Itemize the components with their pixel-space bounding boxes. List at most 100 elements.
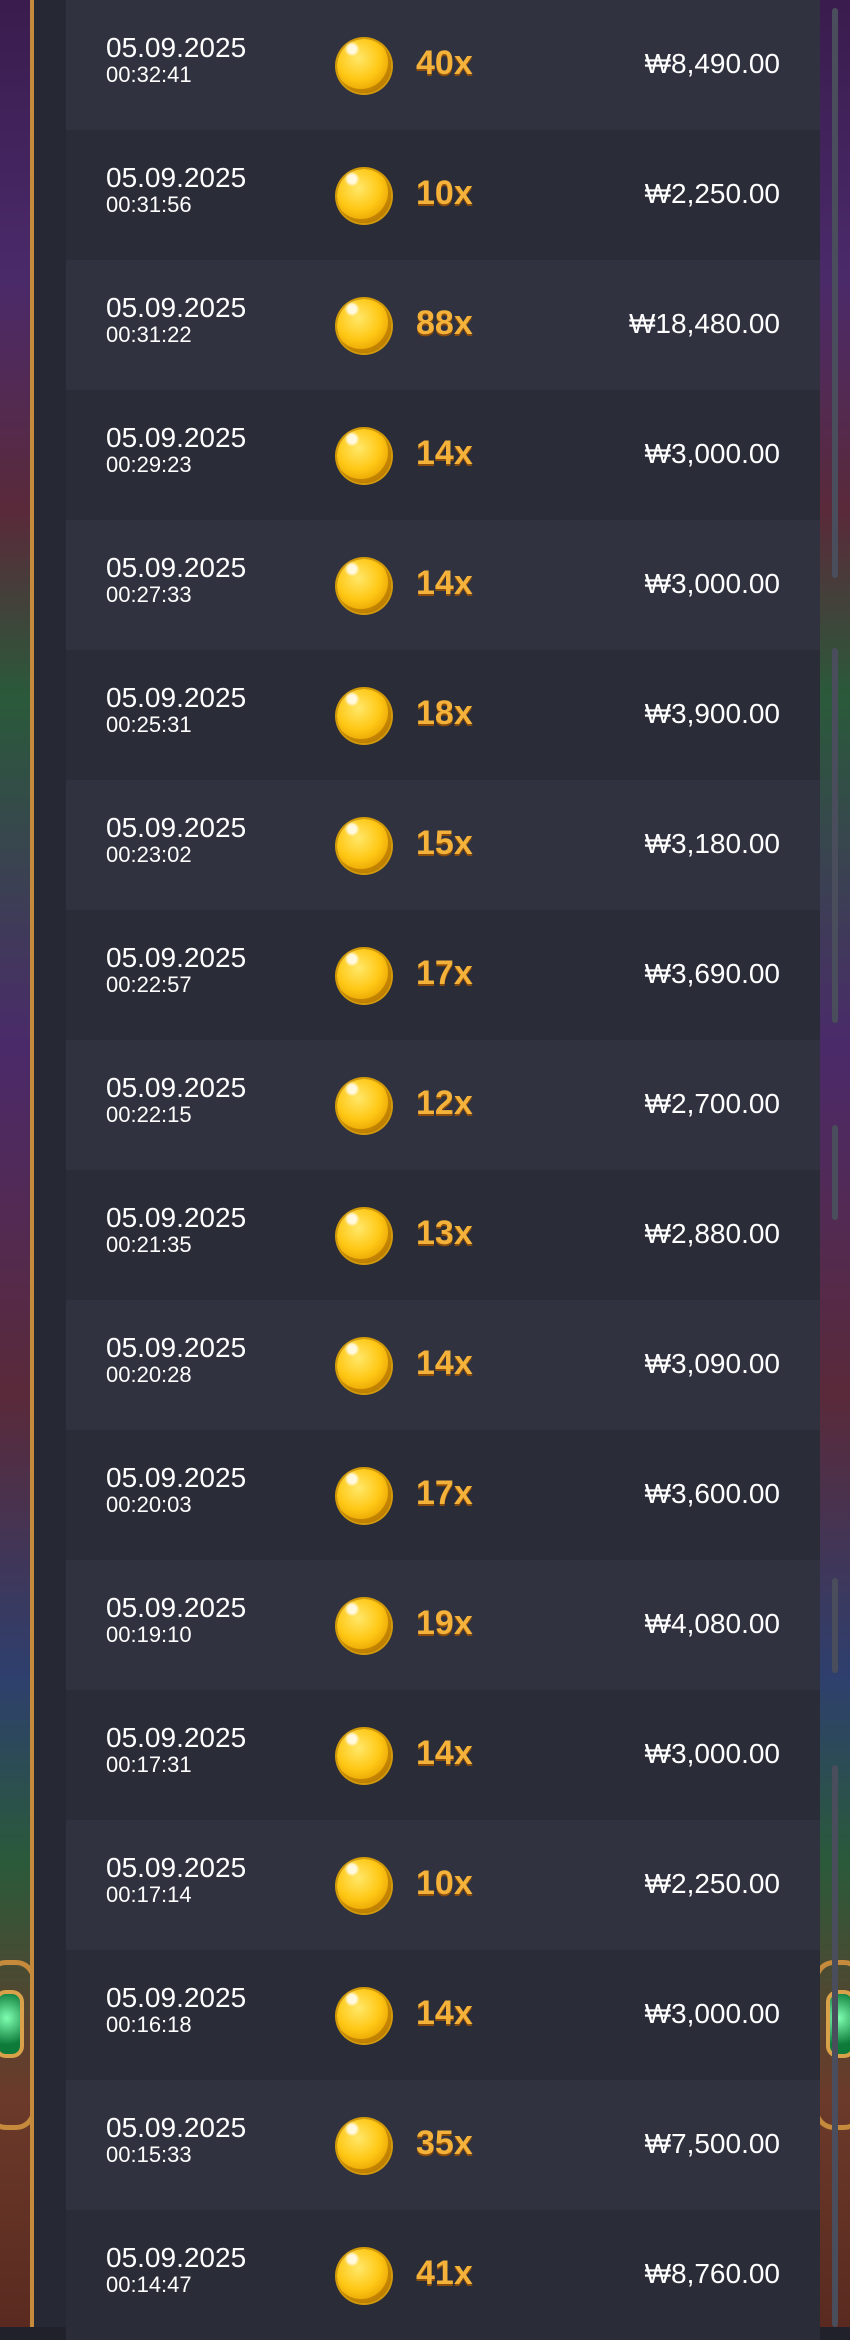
row-multiplier: 17x xyxy=(416,954,473,992)
row-datetime: 05.09.2025 00:15:33 xyxy=(106,2113,246,2167)
gold-coin-icon xyxy=(337,689,391,743)
scrollbar-thumb[interactable] xyxy=(832,1578,838,1673)
row-datetime: 05.09.2025 00:20:28 xyxy=(106,1333,246,1387)
row-date: 05.09.2025 xyxy=(106,1462,247,1493)
row-multiplier: 17x xyxy=(416,1474,473,1512)
row-date: 05.09.2025 xyxy=(106,1982,247,2013)
history-row: 05.09.2025 00:22:15 12x ₩2,700.00 xyxy=(66,1040,820,1170)
gold-coin-icon xyxy=(337,1079,391,1133)
row-time: 00:22:15 xyxy=(106,1102,192,1127)
row-amount: ₩3,000.00 xyxy=(644,438,780,469)
row-time: 00:21:35 xyxy=(106,1232,192,1257)
scrollbar-thumb[interactable] xyxy=(832,8,838,578)
history-panel: 05.09.2025 00:32:41 40x ₩8,490.00 05.09.… xyxy=(34,0,838,2340)
gold-coin-icon xyxy=(337,1339,391,1393)
row-time: 00:17:31 xyxy=(106,1752,192,1777)
history-row: 05.09.2025 00:23:02 15x ₩3,180.00 xyxy=(66,780,820,910)
row-datetime: 05.09.2025 00:29:23 xyxy=(106,423,246,477)
row-datetime: 05.09.2025 00:21:35 xyxy=(106,1203,246,1257)
row-multiplier: 14x xyxy=(416,1994,473,2032)
gold-coin-icon xyxy=(337,1729,391,1783)
row-datetime: 05.09.2025 00:31:22 xyxy=(106,293,246,347)
row-time: 00:16:18 xyxy=(106,2012,192,2037)
row-multiplier: 14x xyxy=(416,1734,473,1772)
row-time: 00:19:10 xyxy=(106,1622,192,1647)
row-datetime: 05.09.2025 00:22:57 xyxy=(106,943,246,997)
row-multiplier: 10x xyxy=(416,174,473,212)
row-amount: ₩8,760.00 xyxy=(644,2258,780,2289)
gold-coin-icon xyxy=(337,819,391,873)
row-datetime: 05.09.2025 00:14:47 xyxy=(106,2243,246,2297)
gold-coin-icon xyxy=(337,299,391,353)
row-amount: ₩3,690.00 xyxy=(644,958,780,989)
row-multiplier: 19x xyxy=(416,1604,473,1642)
scrollbar-thumb[interactable] xyxy=(832,1125,838,1220)
row-multiplier: 12x xyxy=(416,1084,473,1122)
row-amount: ₩4,080.00 xyxy=(644,1608,780,1639)
row-multiplier: 10x xyxy=(416,1864,473,1902)
row-datetime: 05.09.2025 00:25:31 xyxy=(106,683,246,737)
gold-coin-icon xyxy=(337,1209,391,1263)
row-amount: ₩3,000.00 xyxy=(644,1738,780,1769)
history-row: 05.09.2025 00:25:31 18x ₩3,900.00 xyxy=(66,650,820,780)
row-multiplier: 13x xyxy=(416,1214,473,1252)
history-row: 05.09.2025 00:31:56 10x ₩2,250.00 xyxy=(66,130,820,260)
row-datetime: 05.09.2025 00:23:02 xyxy=(106,813,246,867)
row-amount: ₩2,700.00 xyxy=(644,1088,780,1119)
row-multiplier: 14x xyxy=(416,434,473,472)
gold-coin-icon xyxy=(337,1989,391,2043)
row-date: 05.09.2025 xyxy=(106,1722,247,1753)
row-date: 05.09.2025 xyxy=(106,942,247,973)
row-date: 05.09.2025 xyxy=(106,1072,247,1103)
gold-coin-icon xyxy=(337,1469,391,1523)
row-multiplier: 18x xyxy=(416,694,473,732)
green-gem-icon xyxy=(826,1990,850,2058)
history-row: 05.09.2025 00:21:35 13x ₩2,880.00 xyxy=(66,1170,820,1300)
row-multiplier: 35x xyxy=(416,2124,473,2162)
row-time: 00:22:57 xyxy=(106,972,192,997)
scrollbar-thumb[interactable] xyxy=(832,648,838,1023)
row-amount: ₩3,600.00 xyxy=(644,1478,780,1509)
row-amount: ₩2,880.00 xyxy=(644,1218,780,1249)
row-time: 00:29:23 xyxy=(106,452,192,477)
row-time: 00:17:14 xyxy=(106,1882,192,1907)
row-datetime: 05.09.2025 00:17:31 xyxy=(106,1723,246,1777)
row-multiplier: 14x xyxy=(416,564,473,602)
history-row: 05.09.2025 00:14:47 41x ₩8,760.00 xyxy=(66,2210,820,2340)
row-time: 00:20:03 xyxy=(106,1492,192,1517)
row-time: 00:23:02 xyxy=(106,842,192,867)
history-row: 05.09.2025 00:19:10 19x ₩4,080.00 xyxy=(66,1560,820,1690)
row-amount: ₩3,000.00 xyxy=(644,568,780,599)
row-datetime: 05.09.2025 00:27:33 xyxy=(106,553,246,607)
row-date: 05.09.2025 xyxy=(106,1332,247,1363)
history-row: 05.09.2025 00:27:33 14x ₩3,000.00 xyxy=(66,520,820,650)
history-row: 05.09.2025 00:31:22 88x ₩18,480.00 xyxy=(66,260,820,390)
row-amount: ₩18,480.00 xyxy=(629,308,780,339)
row-date: 05.09.2025 xyxy=(106,1202,247,1233)
row-amount: ₩3,180.00 xyxy=(644,828,780,859)
row-time: 00:27:33 xyxy=(106,582,192,607)
row-date: 05.09.2025 xyxy=(106,292,247,323)
scrollbar-thumb[interactable] xyxy=(832,1765,838,2327)
history-row: 05.09.2025 00:22:57 17x ₩3,690.00 xyxy=(66,910,820,1040)
row-multiplier: 14x xyxy=(416,1344,473,1382)
history-row: 05.09.2025 00:32:41 40x ₩8,490.00 xyxy=(66,0,820,130)
row-date: 05.09.2025 xyxy=(106,1852,247,1883)
row-date: 05.09.2025 xyxy=(106,1592,247,1623)
row-datetime: 05.09.2025 00:22:15 xyxy=(106,1073,246,1127)
green-gem-icon xyxy=(0,1990,24,2058)
gold-coin-icon xyxy=(337,2249,391,2303)
row-datetime: 05.09.2025 00:32:41 xyxy=(106,33,246,87)
row-date: 05.09.2025 xyxy=(106,2242,247,2273)
history-row: 05.09.2025 00:17:31 14x ₩3,000.00 xyxy=(66,1690,820,1820)
row-time: 00:14:47 xyxy=(106,2272,192,2297)
row-amount: ₩7,500.00 xyxy=(644,2128,780,2159)
row-multiplier: 40x xyxy=(416,44,473,82)
row-multiplier: 15x xyxy=(416,824,473,862)
row-amount: ₩3,900.00 xyxy=(644,698,780,729)
row-time: 00:31:56 xyxy=(106,192,192,217)
row-date: 05.09.2025 xyxy=(106,162,247,193)
history-row: 05.09.2025 00:29:23 14x ₩3,000.00 xyxy=(66,390,820,520)
row-datetime: 05.09.2025 00:20:03 xyxy=(106,1463,246,1517)
row-date: 05.09.2025 xyxy=(106,422,247,453)
